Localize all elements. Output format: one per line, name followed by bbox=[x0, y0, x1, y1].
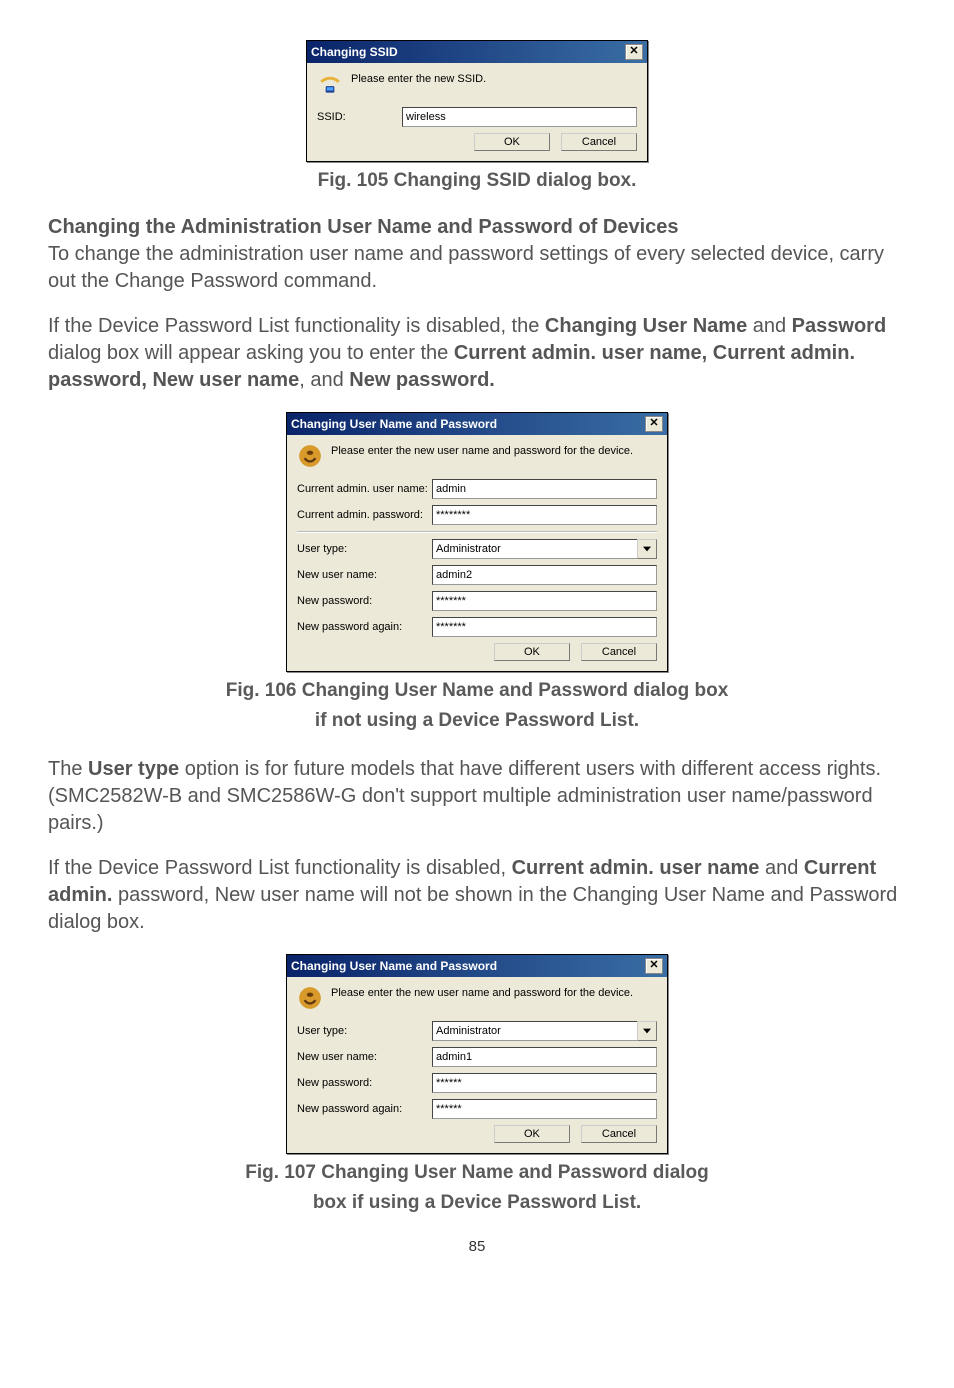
chevron-down-icon[interactable] bbox=[637, 1021, 657, 1041]
device-icon bbox=[297, 443, 323, 469]
chevron-down-icon[interactable] bbox=[637, 539, 657, 559]
user-type-label: User type: bbox=[297, 1025, 432, 1037]
dialog-title: Changing User Name and Password bbox=[291, 959, 497, 973]
new-pwd-label: New password: bbox=[297, 595, 432, 607]
ok-button[interactable]: OK bbox=[494, 643, 570, 661]
cancel-button[interactable]: Cancel bbox=[561, 133, 637, 151]
changing-ssid-dialog: Changing SSID ✕ Please enter the new SSI… bbox=[306, 40, 648, 162]
current-user-input[interactable]: admin bbox=[432, 479, 657, 499]
user-type-select[interactable]: Administrator bbox=[432, 1021, 657, 1041]
titlebar: Changing User Name and Password ✕ bbox=[287, 955, 667, 977]
cancel-button[interactable]: Cancel bbox=[581, 643, 657, 661]
new-pwd2-input[interactable]: ******* bbox=[432, 617, 657, 637]
section1-p1: To change the administration user name a… bbox=[48, 241, 906, 295]
new-pwd-label: New password: bbox=[297, 1077, 432, 1089]
new-user-input[interactable]: admin1 bbox=[432, 1047, 657, 1067]
current-pwd-input[interactable]: ******** bbox=[432, 505, 657, 525]
section2-p2: If the Device Password List functionalit… bbox=[48, 855, 906, 936]
device-icon bbox=[297, 985, 323, 1011]
close-icon[interactable]: ✕ bbox=[625, 44, 643, 60]
new-user-label: New user name: bbox=[297, 1051, 432, 1063]
changing-user-password-dialog-b: Changing User Name and Password ✕ Please… bbox=[286, 954, 668, 1154]
new-user-input[interactable]: admin2 bbox=[432, 565, 657, 585]
current-user-label: Current admin. user name: bbox=[297, 483, 432, 495]
ok-button[interactable]: OK bbox=[494, 1125, 570, 1143]
dialog-instruction: Please enter the new SSID. bbox=[351, 71, 486, 85]
wifi-icon bbox=[317, 71, 343, 97]
ssid-input[interactable]: wireless bbox=[402, 107, 637, 127]
titlebar: Changing User Name and Password ✕ bbox=[287, 413, 667, 435]
dialog-instruction: Please enter the new user name and passw… bbox=[331, 443, 633, 457]
new-pwd-input[interactable]: ******* bbox=[432, 591, 657, 611]
close-icon[interactable]: ✕ bbox=[645, 416, 663, 432]
dialog-title: Changing SSID bbox=[311, 45, 398, 59]
user-type-select[interactable]: Administrator bbox=[432, 539, 657, 559]
fig105-caption: Fig. 105 Changing SSID dialog box. bbox=[48, 170, 906, 192]
page-number: 85 bbox=[48, 1238, 906, 1255]
section2-p1: The User type option is for future model… bbox=[48, 756, 906, 837]
fig107-caption-line2: box if using a Device Password List. bbox=[48, 1192, 906, 1214]
ok-button[interactable]: OK bbox=[474, 133, 550, 151]
new-pwd2-input[interactable]: ****** bbox=[432, 1099, 657, 1119]
section-heading: Changing the Administration User Name an… bbox=[48, 216, 906, 239]
changing-user-password-dialog-a: Changing User Name and Password ✕ Please… bbox=[286, 412, 668, 672]
current-pwd-label: Current admin. password: bbox=[297, 509, 432, 521]
dialog-title: Changing User Name and Password bbox=[291, 417, 497, 431]
titlebar: Changing SSID ✕ bbox=[307, 41, 647, 63]
new-pwd2-label: New password again: bbox=[297, 1103, 432, 1115]
cancel-button[interactable]: Cancel bbox=[581, 1125, 657, 1143]
section1-p2: If the Device Password List functionalit… bbox=[48, 313, 906, 394]
fig107-caption-line1: Fig. 107 Changing User Name and Password… bbox=[48, 1162, 906, 1184]
close-icon[interactable]: ✕ bbox=[645, 958, 663, 974]
new-pwd-input[interactable]: ****** bbox=[432, 1073, 657, 1093]
dialog-instruction: Please enter the new user name and passw… bbox=[331, 985, 633, 999]
divider bbox=[297, 531, 657, 533]
user-type-label: User type: bbox=[297, 543, 432, 555]
new-user-label: New user name: bbox=[297, 569, 432, 581]
fig106-caption-line2: if not using a Device Password List. bbox=[48, 710, 906, 732]
fig106-caption-line1: Fig. 106 Changing User Name and Password… bbox=[48, 680, 906, 702]
ssid-label: SSID: bbox=[317, 111, 402, 123]
new-pwd2-label: New password again: bbox=[297, 621, 432, 633]
